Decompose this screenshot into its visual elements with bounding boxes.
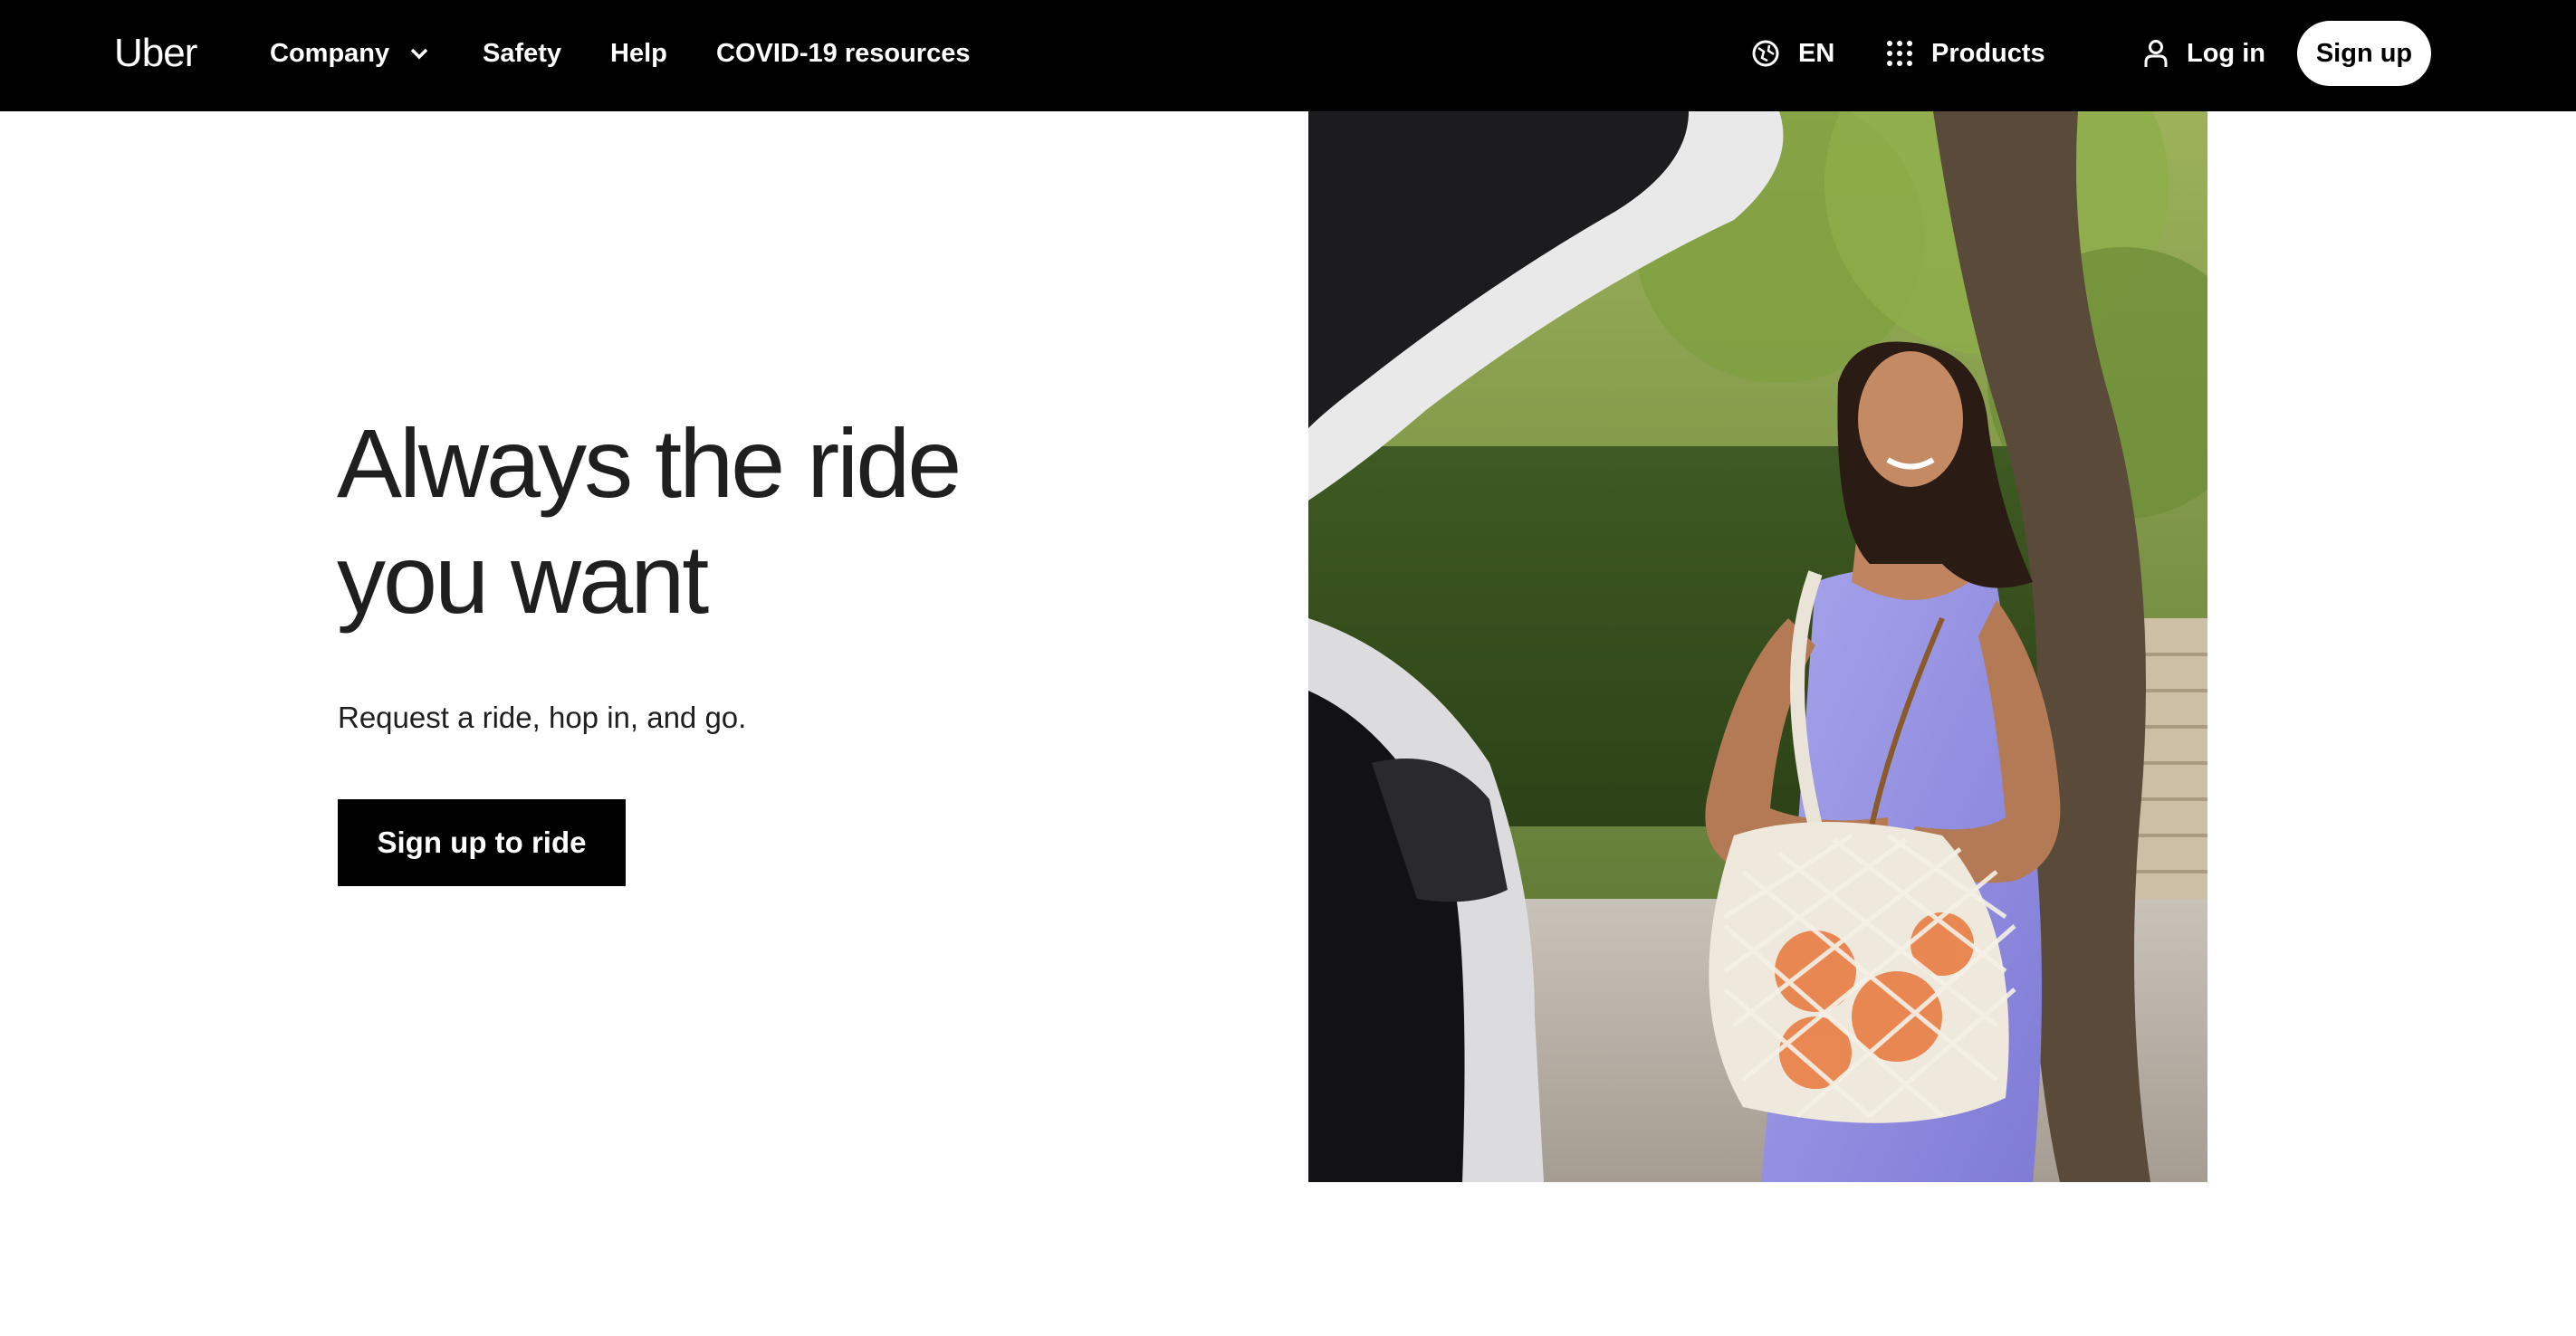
uber-logo[interactable]: Uber [114, 27, 197, 80]
nav-covid-link[interactable]: COVID-19 resources [716, 33, 970, 74]
hero-headline: Always the ride you want [337, 406, 1025, 637]
language-selector[interactable]: EN [1751, 33, 1834, 74]
nav-company-label: Company [270, 39, 390, 68]
grid-dots-icon [1886, 40, 1913, 67]
chevron-down-icon [409, 47, 429, 60]
products-label: Products [1931, 39, 2045, 68]
globe-icon [1751, 39, 1780, 68]
login-label: Log in [2187, 39, 2265, 68]
nav-safety-link[interactable]: Safety [483, 33, 561, 74]
signup-button[interactable]: Sign up [2297, 21, 2431, 86]
products-menu[interactable]: Products [1886, 33, 2045, 74]
signup-to-ride-button[interactable]: Sign up to ride [338, 799, 626, 886]
hero-headline-line2: you want [337, 524, 709, 634]
login-link[interactable]: Log in [2143, 33, 2265, 74]
top-navigation-bar: Uber Company Safety Help COVID-19 resour… [0, 0, 2576, 111]
language-label: EN [1798, 39, 1835, 68]
hero-photo-woman-at-car-trunk [1308, 111, 2207, 1182]
hero-subtitle: Request a ride, hop in, and go. [338, 701, 747, 734]
nav-company-dropdown[interactable]: Company [270, 33, 429, 74]
person-icon [2143, 39, 2169, 68]
hero-headline-line1: Always the ride [337, 408, 962, 518]
nav-help-link[interactable]: Help [610, 33, 667, 74]
